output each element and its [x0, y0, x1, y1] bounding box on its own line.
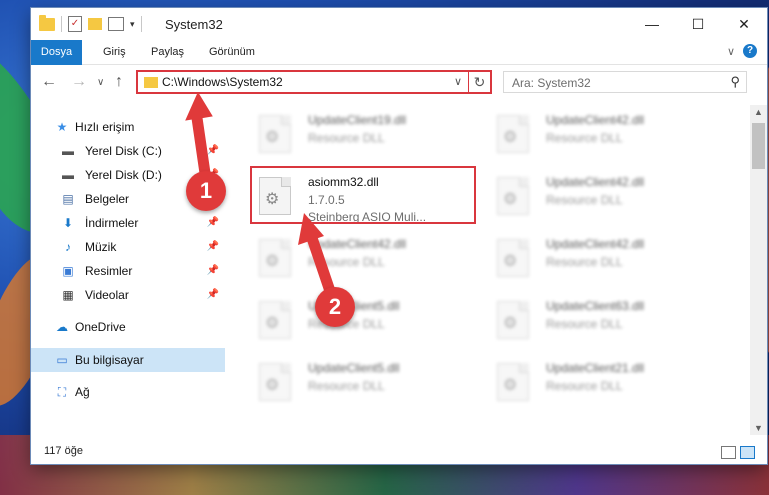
arrow-2-head — [298, 213, 324, 245]
step-badge-1: 1 — [186, 171, 226, 211]
step-badge-2: 2 — [315, 287, 355, 327]
annotation-arrows — [185, 91, 338, 303]
